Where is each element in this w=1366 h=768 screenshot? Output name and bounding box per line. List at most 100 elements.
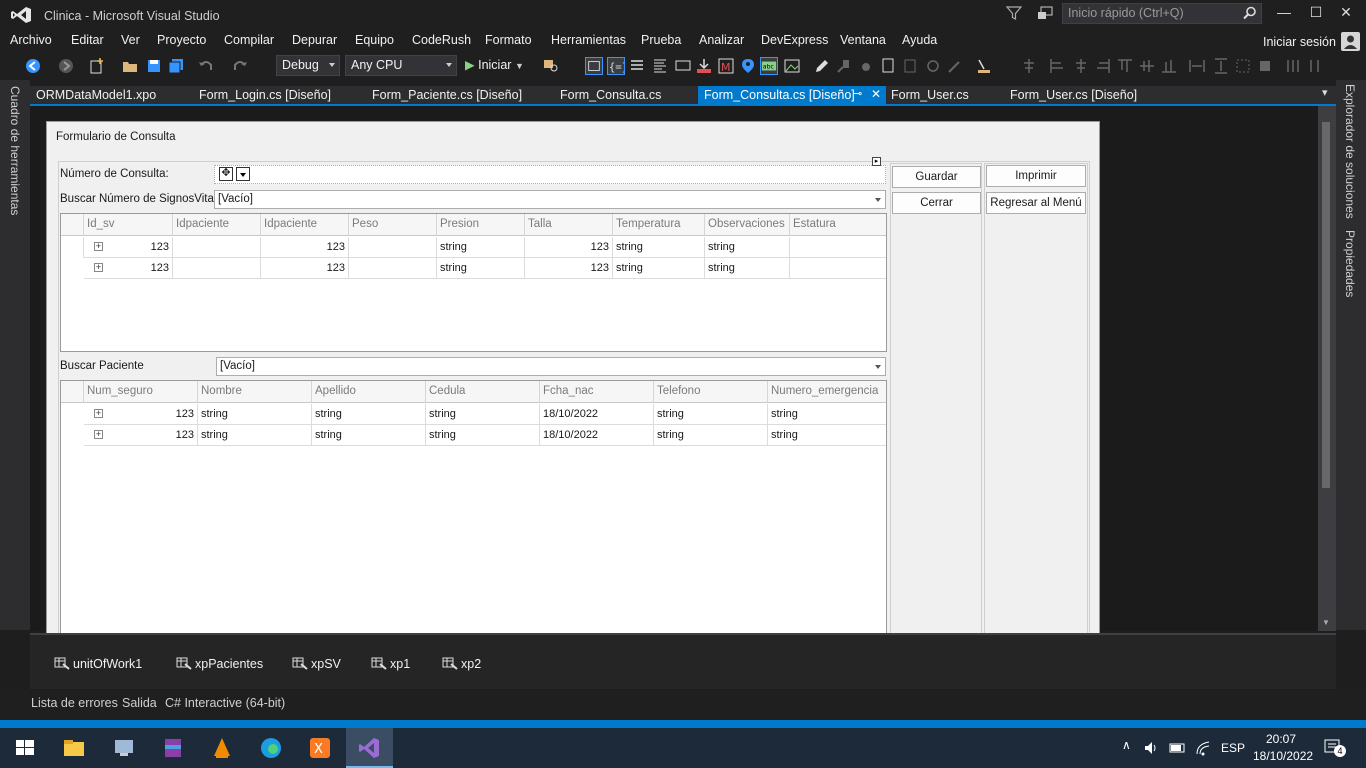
menu-prueba[interactable]: Prueba xyxy=(641,33,681,47)
grid-cell[interactable]: string xyxy=(613,237,705,258)
pencil-icon[interactable] xyxy=(813,57,831,75)
same-height-icon[interactable] xyxy=(1212,57,1230,75)
grid-cell[interactable]: string xyxy=(312,404,426,425)
grid-cell[interactable]: 123 xyxy=(525,258,613,279)
designer-scrollbar[interactable]: ▼ xyxy=(1318,106,1336,631)
tab-form-paciente-design[interactable]: Form_Paciente.cs [Diseño] xyxy=(366,86,528,104)
redo-icon[interactable] xyxy=(231,57,249,75)
grid-cell[interactable]: string xyxy=(654,425,768,446)
minimize-button[interactable]: — xyxy=(1271,4,1297,24)
menu-ventana[interactable]: Ventana xyxy=(840,33,886,47)
scroll-down-icon[interactable]: ▼ xyxy=(1322,618,1330,627)
column-header[interactable]: Talla xyxy=(525,214,613,236)
grid-cell[interactable]: 123 xyxy=(84,404,198,425)
column-header[interactable]: Numero_emergencia xyxy=(768,381,886,403)
grid-cell[interactable]: string xyxy=(705,237,790,258)
forward-icon[interactable] xyxy=(57,57,75,75)
component-xp1[interactable]: xp1 xyxy=(371,657,410,671)
grid-cell[interactable] xyxy=(173,237,261,258)
menu-analizar[interactable]: Analizar xyxy=(699,33,744,47)
configuration-select[interactable]: Debug xyxy=(276,55,340,76)
dropdown-arrow-icon[interactable] xyxy=(875,198,881,202)
visual-studio-taskbar-button[interactable] xyxy=(346,728,393,768)
wifi-icon[interactable] xyxy=(1194,739,1212,757)
column-header[interactable]: Estatura xyxy=(790,214,886,236)
column-header[interactable]: Peso xyxy=(349,214,437,236)
tab-overflow-icon[interactable]: ▾ xyxy=(1322,86,1328,99)
grid-cell[interactable]: 123 xyxy=(261,258,349,279)
numero-consulta-input[interactable]: ✥ xyxy=(214,165,886,184)
more-icon[interactable] xyxy=(1306,57,1324,75)
file-explorer-icon[interactable] xyxy=(62,736,86,760)
column-header[interactable]: Presion xyxy=(437,214,525,236)
tab-error-list[interactable]: Lista de errores xyxy=(31,696,118,710)
properties-tab[interactable]: Propiedades xyxy=(1343,230,1357,297)
grid-cell[interactable]: 18/10/2022 xyxy=(540,425,654,446)
menu-herramientas[interactable]: Herramientas xyxy=(551,33,626,47)
grid-cell[interactable]: string xyxy=(312,425,426,446)
size-to-grid-icon[interactable] xyxy=(1256,57,1274,75)
language-indicator[interactable]: ESP xyxy=(1221,741,1245,755)
grid-cell[interactable]: string xyxy=(198,404,312,425)
grid-cell[interactable] xyxy=(790,237,886,258)
tab-form-login-design[interactable]: Form_Login.cs [Diseño] xyxy=(193,86,337,104)
pin-tab-icon[interactable]: ⊸ xyxy=(853,87,862,100)
align-bottoms-icon[interactable] xyxy=(1160,57,1178,75)
account-icon[interactable] xyxy=(1341,32,1360,51)
close-tab-icon[interactable]: ✕ xyxy=(871,87,881,101)
windows-start-icon[interactable] xyxy=(13,736,37,760)
grid-icon[interactable] xyxy=(674,57,692,75)
align-centers-icon[interactable] xyxy=(1072,57,1090,75)
menu-compilar[interactable]: Compilar xyxy=(224,33,274,47)
same-size-icon[interactable] xyxy=(1234,57,1252,75)
sign-in-link[interactable]: Iniciar sesión xyxy=(1263,35,1336,49)
clock-date[interactable]: 18/10/2022 xyxy=(1253,749,1313,763)
grid-cell[interactable]: string xyxy=(437,258,525,279)
column-header[interactable]: Fcha_nac xyxy=(540,381,654,403)
notification-center-icon[interactable]: 4 xyxy=(1323,738,1346,758)
save-all-icon[interactable] xyxy=(167,57,185,75)
column-header[interactable]: Idpaciente xyxy=(261,214,349,236)
column-header[interactable]: Num_seguro xyxy=(84,381,198,403)
tab-csharp-interactive[interactable]: C# Interactive (64-bit) xyxy=(165,696,285,710)
image-icon[interactable] xyxy=(783,57,801,75)
align-tops-icon[interactable] xyxy=(1116,57,1134,75)
start-button[interactable]: ▶ Iniciar ▼ xyxy=(465,57,524,72)
component-xppacientes[interactable]: xpPacientes xyxy=(176,657,263,671)
grid-cell[interactable] xyxy=(349,258,437,279)
column-header[interactable]: Observaciones xyxy=(705,214,790,236)
platform-select[interactable]: Any CPU xyxy=(345,55,457,76)
list-icon[interactable] xyxy=(628,57,646,75)
refresh-icon[interactable] xyxy=(924,57,942,75)
grid-cell[interactable]: string xyxy=(768,425,886,446)
grid-cell[interactable]: string xyxy=(437,237,525,258)
save-icon[interactable] xyxy=(145,57,163,75)
layout-icon[interactable] xyxy=(585,57,603,75)
pacientes-grid[interactable]: Num_seguro Nombre Apellido Cedula Fcha_n… xyxy=(60,380,887,642)
move-handle-icon[interactable]: ✥ xyxy=(219,167,233,181)
grid-cell[interactable]: 18/10/2022 xyxy=(540,404,654,425)
back-icon[interactable] xyxy=(24,57,42,75)
column-header[interactable]: Nombre xyxy=(198,381,312,403)
menu-archivo[interactable]: Archivo xyxy=(10,33,52,47)
signos-vitales-grid[interactable]: Id_sv Idpaciente Idpaciente Peso Presion… xyxy=(60,213,887,352)
feedback-icon[interactable] xyxy=(1036,5,1054,23)
imprimir-button[interactable]: Imprimir xyxy=(986,165,1086,187)
spacing-icon[interactable] xyxy=(1284,57,1302,75)
tray-chevron-icon[interactable]: ∧ xyxy=(1122,738,1131,752)
column-header[interactable]: Apellido xyxy=(312,381,426,403)
grid-cell[interactable]: 123 xyxy=(84,237,173,258)
component-unitofwork1[interactable]: unitOfWork1 xyxy=(54,657,142,671)
menu-equipo[interactable]: Equipo xyxy=(355,33,394,47)
column-header[interactable]: Temperatura xyxy=(613,214,705,236)
same-width-icon[interactable] xyxy=(1188,57,1206,75)
solution-explorer-tab[interactable]: Explorador de soluciones xyxy=(1343,84,1357,219)
winrar-icon[interactable] xyxy=(161,736,185,760)
m-icon[interactable]: M xyxy=(717,57,735,75)
undo-icon[interactable] xyxy=(197,57,215,75)
vlc-icon[interactable] xyxy=(210,736,234,760)
grid-cell[interactable] xyxy=(349,237,437,258)
menu-devexpress[interactable]: DevExpress xyxy=(761,33,828,47)
scrollbar-thumb[interactable] xyxy=(1322,122,1330,488)
grid-cell[interactable] xyxy=(790,258,886,279)
